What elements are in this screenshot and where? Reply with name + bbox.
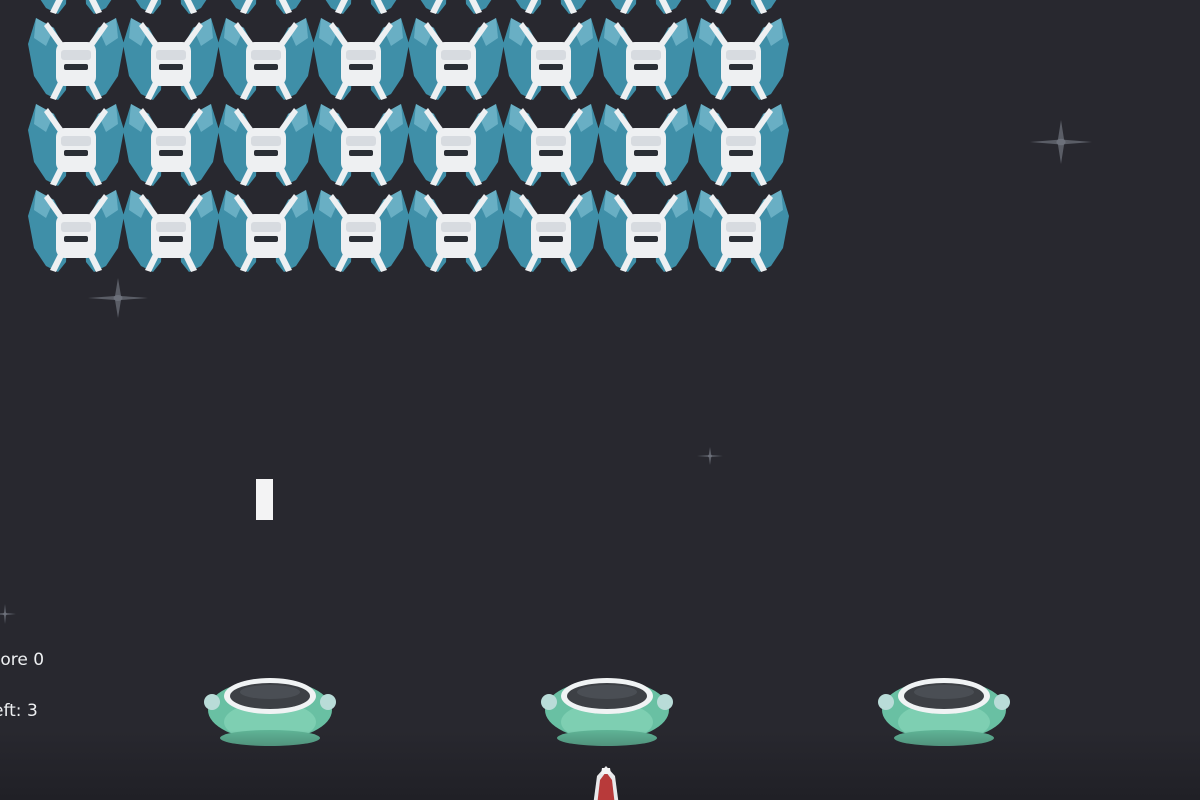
alien-invader-icon (503, 100, 599, 190)
alien-invader-icon (28, 14, 124, 104)
alien-invader-icon (218, 186, 314, 276)
alien-invader-icon (408, 100, 504, 190)
alien-invader-icon (313, 186, 409, 276)
alien-invader-icon (503, 14, 599, 104)
alien-invader-icon (123, 186, 219, 276)
lives-left-label: eft: 3 (0, 701, 38, 721)
alien-invader-icon (503, 186, 599, 276)
alien-invader-icon (408, 14, 504, 104)
ufo-shield-icon (878, 672, 1010, 748)
alien-invader-icon (598, 14, 694, 104)
alien-invader-icon (598, 186, 694, 276)
player-bullet (256, 479, 273, 520)
alien-invader-icon (693, 100, 789, 190)
ufo-shield-icon (541, 672, 673, 748)
score-label: core 0 (0, 650, 45, 670)
sparkle-star-icon (1030, 120, 1092, 164)
alien-invader-icon (123, 100, 219, 190)
alien-invader-icon (313, 14, 409, 104)
player-ship-icon[interactable] (583, 766, 629, 800)
alien-invader-icon (28, 186, 124, 276)
alien-invader-icon (693, 14, 789, 104)
alien-invader-icon (598, 100, 694, 190)
sparkle-star-icon (697, 447, 723, 465)
alien-invader-icon (218, 100, 314, 190)
ufo-shield-icon (204, 672, 336, 748)
sparkle-star-icon (88, 278, 148, 318)
alien-invader-icon (313, 100, 409, 190)
alien-invader-icon (28, 100, 124, 190)
sparkle-star-icon (0, 604, 16, 624)
game-canvas[interactable]: core 0 eft: 3 (0, 0, 1200, 800)
alien-invader-icon (218, 14, 314, 104)
alien-invader-icon (123, 14, 219, 104)
alien-invader-icon (693, 186, 789, 276)
alien-invader-icon (408, 186, 504, 276)
